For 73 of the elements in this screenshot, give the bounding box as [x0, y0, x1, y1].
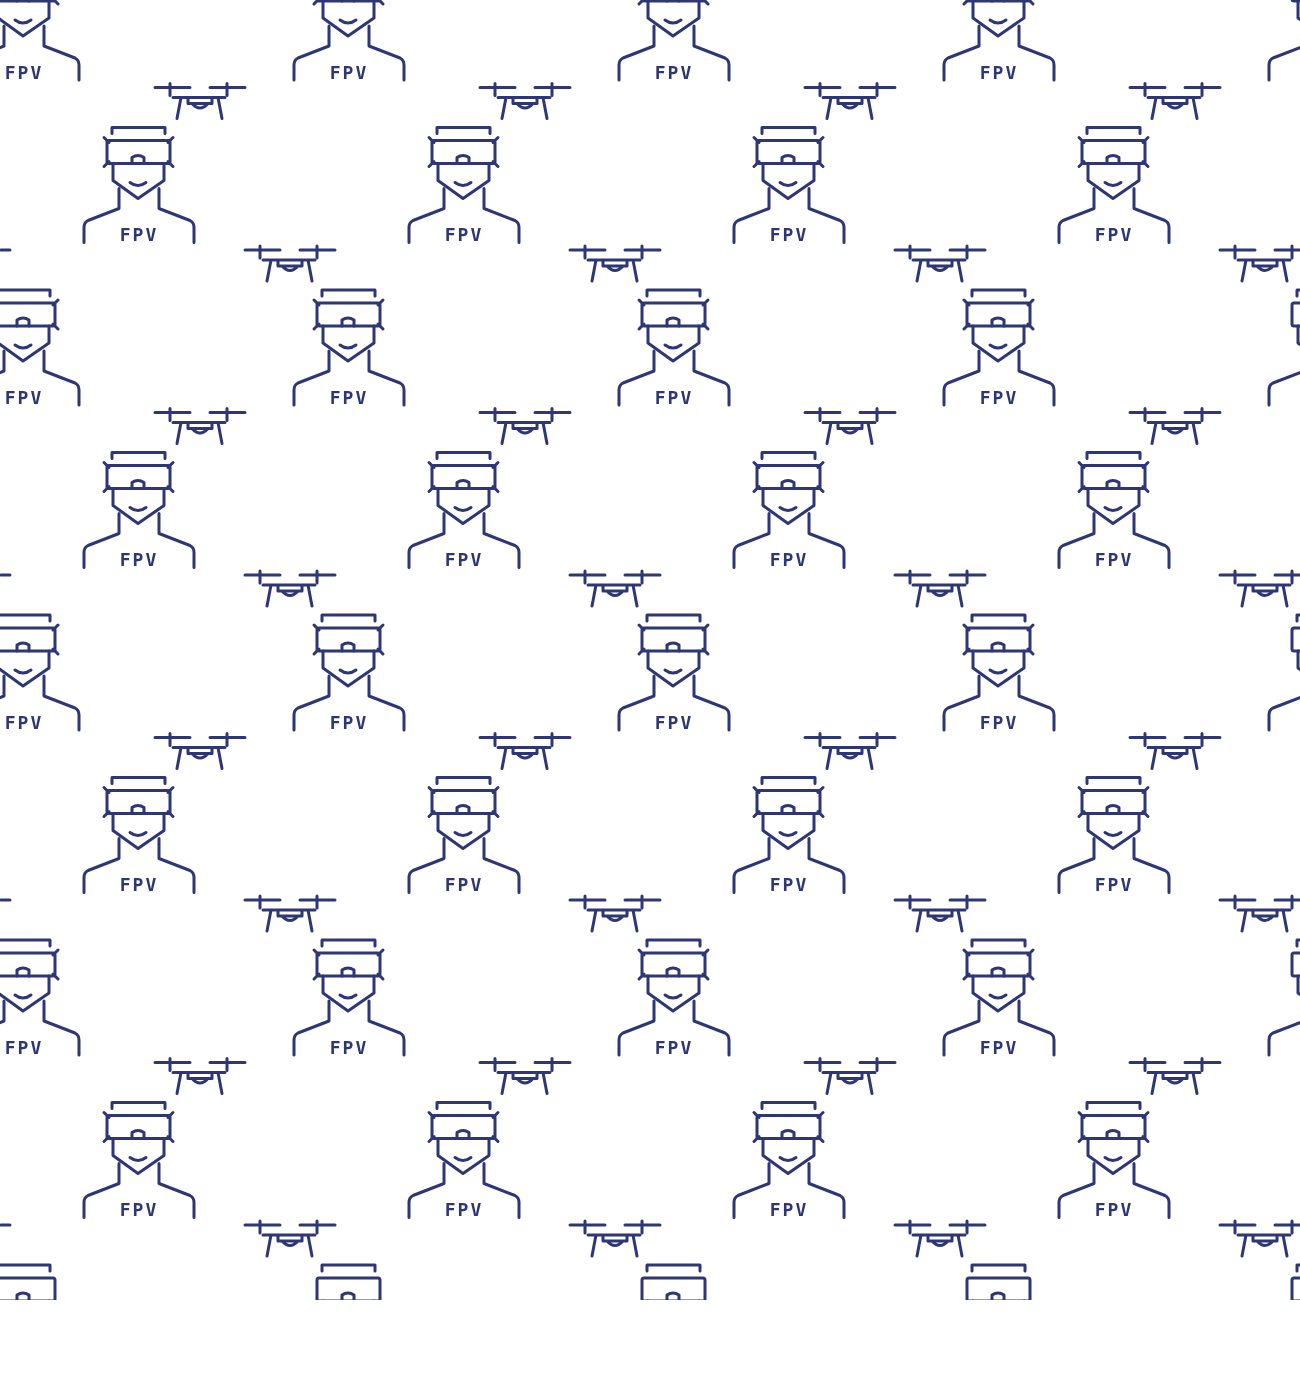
fpv-text: FPV: [329, 61, 369, 83]
pilot-with-goggles-icon: [407, 126, 521, 244]
pilot-with-goggles-icon: [640, 1263, 707, 1300]
pilot-with-goggles-icon: [942, 288, 1056, 407]
fpv-text: FPV: [329, 1036, 369, 1058]
pilot-with-goggles-icon: [1057, 126, 1171, 244]
pilot-with-goggles-icon: [1267, 288, 1300, 407]
pilot-with-goggles-icon: [965, 1263, 1032, 1300]
pilot-with-goggles-icon: [1267, 0, 1300, 82]
pilot-with-goggles-icon: [1057, 776, 1171, 894]
fpv-text: FPV: [4, 61, 44, 83]
fpv-text: FPV: [654, 711, 694, 733]
pilot-with-goggles-icon: [82, 1101, 196, 1219]
fpv-text: FPV: [119, 1199, 159, 1220]
fpv-text: FPV: [329, 711, 369, 733]
pilot-with-goggles-icon: [732, 126, 846, 244]
pilot-with-goggles-icon: [292, 613, 406, 732]
pilot-with-goggles-icon: [617, 288, 731, 407]
fpv-text: FPV: [119, 874, 159, 895]
pilot-with-goggles-icon: [0, 1263, 57, 1300]
pilot-with-goggles-icon: [292, 938, 406, 1057]
fpv-text: FPV: [119, 549, 159, 570]
pilot-with-goggles-icon: [0, 613, 81, 732]
pilot-with-goggles-icon: [1267, 938, 1300, 1057]
fpv-text: FPV: [979, 711, 1019, 733]
fpv-text: FPV: [119, 224, 159, 245]
pilot-with-goggles-icon: [617, 613, 731, 732]
fpv-text: FPV: [769, 1199, 809, 1220]
fpv-text: FPV: [4, 1036, 44, 1058]
pilot-with-goggles-icon: [82, 776, 196, 894]
fpv-text: FPV: [1094, 1199, 1134, 1220]
pilot-with-goggles-icon: [732, 776, 846, 894]
pilot-with-goggles-icon: [0, 288, 81, 407]
fpv-text: FPV: [444, 874, 484, 895]
pilot-with-goggles-icon: [617, 0, 731, 82]
fpv-text: FPV: [444, 224, 484, 245]
pilot-with-goggles-icon: [407, 776, 521, 894]
pilot-with-goggles-icon: [407, 1101, 521, 1219]
fpv-text: FPV: [979, 386, 1019, 408]
pilot-with-goggles-icon: [732, 1101, 846, 1219]
pilot-with-goggles-icon: [82, 126, 196, 244]
fpv-text: FPV: [769, 224, 809, 245]
fpv-text: FPV: [1094, 874, 1134, 895]
pilot-with-goggles-icon: [942, 613, 1056, 732]
pilot-with-goggles-icon: [315, 1263, 382, 1300]
pilot-with-goggles-icon: [617, 938, 731, 1057]
pilot-with-goggles-icon: [82, 451, 196, 569]
fpv-text: FPV: [329, 386, 369, 408]
fpv-text: FPV: [1094, 224, 1134, 245]
fpv-text: FPV: [1094, 549, 1134, 570]
pilot-with-goggles-icon: [0, 0, 81, 82]
fpv-text: FPV: [769, 874, 809, 895]
pilot-with-goggles-icon: [1057, 1101, 1171, 1219]
fpv-text: FPV: [444, 549, 484, 570]
pilot-with-goggles-icon: [1290, 1263, 1300, 1300]
pilot-with-goggles-icon: [1267, 613, 1300, 732]
pilot-with-goggles-icon: [942, 0, 1056, 82]
fpv-text: FPV: [769, 549, 809, 570]
pilot-with-goggles-icon: [0, 938, 81, 1057]
pilot-with-goggles-icon: [292, 288, 406, 407]
fpv-text: FPV: [4, 711, 44, 733]
fpv-text: FPV: [979, 61, 1019, 83]
pilot-with-goggles-icon: [732, 451, 846, 569]
fpv-text: FPV: [979, 1036, 1019, 1058]
pilot-with-goggles-icon: [942, 938, 1056, 1057]
pilot-with-goggles-icon: [407, 451, 521, 569]
pilot-with-goggles-icon: [292, 0, 406, 82]
fpv-text: FPV: [654, 1036, 694, 1058]
pilot-with-goggles-icon: [1057, 451, 1171, 569]
fpv-text: FPV: [444, 1199, 484, 1220]
fpv-text: FPV: [654, 61, 694, 83]
fpv-text: FPV: [654, 386, 694, 408]
fpv-text: FPV: [4, 386, 44, 408]
